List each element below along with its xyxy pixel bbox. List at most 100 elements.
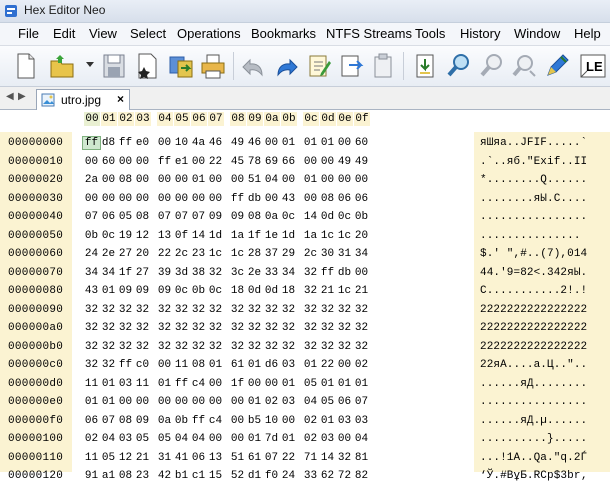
hex-byte[interactable]: 10 — [173, 137, 190, 149]
hex-byte[interactable]: 49 — [229, 137, 246, 149]
ascii-text[interactable]: ..........}..... — [480, 433, 587, 445]
hex-byte[interactable]: 00 — [263, 193, 280, 205]
hex-byte[interactable]: 32 — [302, 304, 319, 316]
hex-byte[interactable]: 22 — [280, 452, 297, 464]
hex-byte[interactable]: 32 — [190, 304, 207, 316]
hex-byte[interactable]: 32 — [100, 341, 117, 353]
hex-byte[interactable]: 66 — [280, 156, 297, 168]
hex-byte[interactable]: 69 — [263, 156, 280, 168]
hex-byte[interactable]: 60 — [353, 137, 370, 149]
hex-byte[interactable]: 32 — [134, 304, 151, 316]
hex-byte[interactable]: 02 — [83, 433, 100, 445]
hex-byte[interactable]: 00 — [156, 193, 173, 205]
hex-byte[interactable]: 20 — [134, 248, 151, 260]
hex-byte[interactable]: 61 — [229, 359, 246, 371]
hex-byte[interactable]: 00 — [263, 378, 280, 390]
ascii-text[interactable]: ........яЫ.C.... — [480, 193, 587, 205]
hex-byte[interactable]: 3c — [229, 267, 246, 279]
hex-byte[interactable]: 43 — [280, 193, 297, 205]
hex-byte[interactable]: 08 — [117, 174, 134, 186]
hex-byte[interactable]: c4 — [190, 378, 207, 390]
hex-byte[interactable]: 34 — [100, 267, 117, 279]
hex-byte[interactable]: 43 — [83, 285, 100, 297]
hex-byte[interactable]: 01 — [319, 137, 336, 149]
hex-byte[interactable]: 32 — [83, 359, 100, 371]
hex-byte[interactable]: 00 — [173, 174, 190, 186]
hex-byte[interactable]: 03 — [117, 378, 134, 390]
hex-byte[interactable]: 03 — [117, 433, 134, 445]
hex-byte[interactable]: 01 — [280, 378, 297, 390]
hex-byte[interactable]: 39 — [156, 267, 173, 279]
hex-byte[interactable]: 32 — [336, 322, 353, 334]
undo-button[interactable] — [240, 51, 268, 81]
hex-byte[interactable]: ff — [117, 137, 134, 149]
hex-byte[interactable]: 01 — [100, 396, 117, 408]
hex-byte[interactable]: 32 — [117, 304, 134, 316]
hex-byte[interactable]: 0a — [263, 211, 280, 223]
hex-byte[interactable]: 09 — [134, 285, 151, 297]
hex-byte[interactable]: 09 — [229, 211, 246, 223]
hex-byte[interactable]: 32 — [336, 304, 353, 316]
menu-help[interactable]: Help — [574, 26, 601, 41]
hex-byte[interactable]: 00 — [83, 193, 100, 205]
hex-byte[interactable]: 1d — [280, 230, 297, 242]
hex-byte[interactable]: 32 — [173, 304, 190, 316]
hex-byte[interactable]: 32 — [117, 341, 134, 353]
hex-byte[interactable]: 01 — [246, 359, 263, 371]
hex-byte[interactable]: 14 — [302, 211, 319, 223]
hex-byte[interactable]: 00 — [100, 193, 117, 205]
hex-byte[interactable]: 0d — [263, 285, 280, 297]
hex-byte[interactable]: 32 — [83, 322, 100, 334]
hex-byte[interactable]: 03 — [280, 359, 297, 371]
ascii-text[interactable]: ......яД.µ...... — [480, 415, 587, 427]
hex-byte[interactable]: 27 — [134, 267, 151, 279]
hex-byte[interactable]: 22 — [156, 248, 173, 260]
hex-byte[interactable]: 32 — [100, 322, 117, 334]
hex-byte[interactable]: 05 — [117, 211, 134, 223]
hex-byte[interactable]: 00 — [156, 137, 173, 149]
hex-byte[interactable]: 32 — [319, 322, 336, 334]
hex-byte[interactable]: 32 — [336, 452, 353, 464]
hex-byte[interactable]: 13 — [207, 452, 224, 464]
hex-byte[interactable]: 08 — [319, 193, 336, 205]
hex-byte[interactable]: 0c — [207, 285, 224, 297]
hex-byte[interactable]: 01 — [100, 285, 117, 297]
hex-byte[interactable]: ff — [190, 415, 207, 427]
hex-byte[interactable]: 78 — [246, 156, 263, 168]
hex-byte[interactable]: 01 — [319, 415, 336, 427]
hex-byte[interactable]: 08 — [246, 211, 263, 223]
import-button[interactable] — [411, 51, 439, 81]
hex-byte[interactable]: 18 — [229, 285, 246, 297]
new-file-button[interactable] — [12, 51, 40, 81]
hex-byte[interactable]: 38 — [190, 267, 207, 279]
hex-byte[interactable]: 32 — [353, 304, 370, 316]
hex-byte[interactable]: 41 — [173, 452, 190, 464]
paste-button[interactable] — [337, 51, 365, 81]
tab-close-button[interactable]: × — [117, 92, 124, 106]
tab-scroll-right-button[interactable]: ▶ — [18, 91, 26, 102]
hex-byte[interactable]: c4 — [207, 415, 224, 427]
hex-byte[interactable]: 00 — [117, 156, 134, 168]
hex-byte[interactable]: 00 — [117, 193, 134, 205]
hex-byte[interactable]: 07 — [156, 211, 173, 223]
hex-byte[interactable]: 00 — [156, 359, 173, 371]
hex-byte[interactable]: 32 — [353, 341, 370, 353]
hex-byte[interactable]: 1a — [302, 230, 319, 242]
hex-byte[interactable]: e1 — [173, 156, 190, 168]
hex-byte[interactable]: ff — [82, 136, 101, 150]
hex-byte[interactable]: 32 — [173, 341, 190, 353]
hex-byte[interactable]: 60 — [100, 156, 117, 168]
hex-byte[interactable]: 04 — [173, 433, 190, 445]
hex-byte[interactable]: 06 — [336, 396, 353, 408]
ascii-text[interactable]: $.' ",#..(7),014 — [480, 248, 587, 260]
save-as-button[interactable] — [134, 51, 162, 81]
menu-select[interactable]: Select — [130, 26, 166, 41]
menu-bookmarks[interactable]: Bookmarks — [251, 26, 316, 41]
hex-byte[interactable]: 06 — [100, 211, 117, 223]
hex-byte[interactable]: 00 — [319, 174, 336, 186]
hex-byte[interactable]: 01 — [280, 137, 297, 149]
hex-byte[interactable]: 1c — [229, 248, 246, 260]
hex-byte[interactable]: d8 — [100, 137, 117, 149]
hex-byte[interactable]: 1e — [263, 230, 280, 242]
hex-byte[interactable]: 00 — [207, 396, 224, 408]
